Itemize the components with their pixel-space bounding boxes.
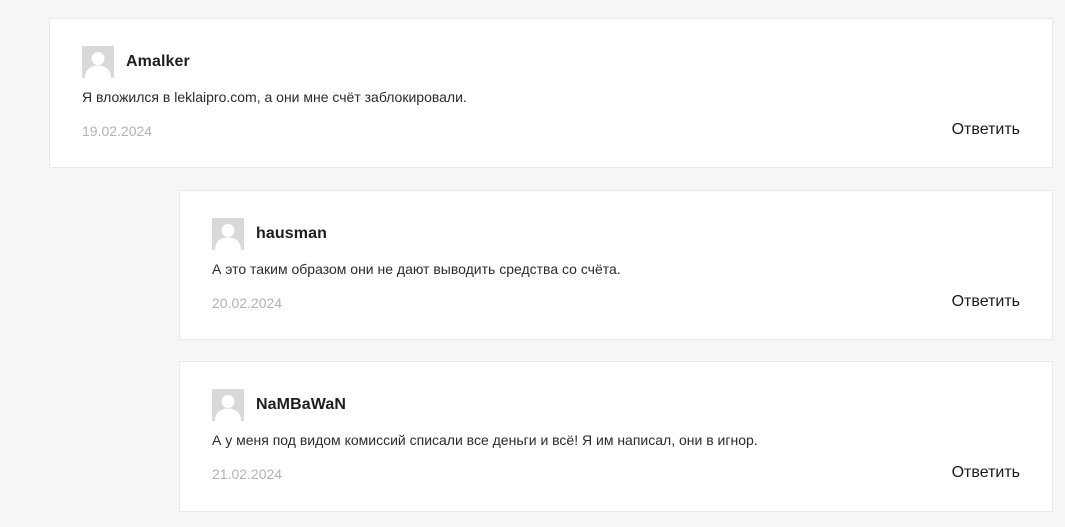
comment-text: А это таким образом они не дают выводить… [212,261,621,277]
comment-author: NaMBaWaN [256,396,346,413]
user-avatar-icon [82,46,114,78]
comment-header: NaMBaWaN [212,389,346,421]
user-avatar-icon [212,218,244,250]
reply-button[interactable]: Ответить [952,293,1020,311]
comment-author: Amalker [126,53,190,70]
reply-button[interactable]: Ответить [952,464,1020,482]
comment-author: hausman [256,225,327,242]
comment-text: Я вложился в leklaipro.com, а они мне сч… [82,89,467,105]
comment: Amalker Я вложился в leklaipro.com, а он… [49,18,1053,168]
comment-header: hausman [212,218,327,250]
comment-reply: NaMBaWaN А у меня под видом комиссий спи… [179,361,1053,512]
comment-reply: hausman А это таким образом они не дают … [179,190,1053,340]
comment-date: 21.02.2024 [212,466,283,482]
user-avatar-icon [212,389,244,421]
reply-button[interactable]: Ответить [952,121,1020,139]
comment-text: А у меня под видом комиссий списали все … [212,432,758,448]
comment-header: Amalker [82,46,190,78]
comment-date: 20.02.2024 [212,295,283,311]
comment-date: 19.02.2024 [82,123,153,139]
